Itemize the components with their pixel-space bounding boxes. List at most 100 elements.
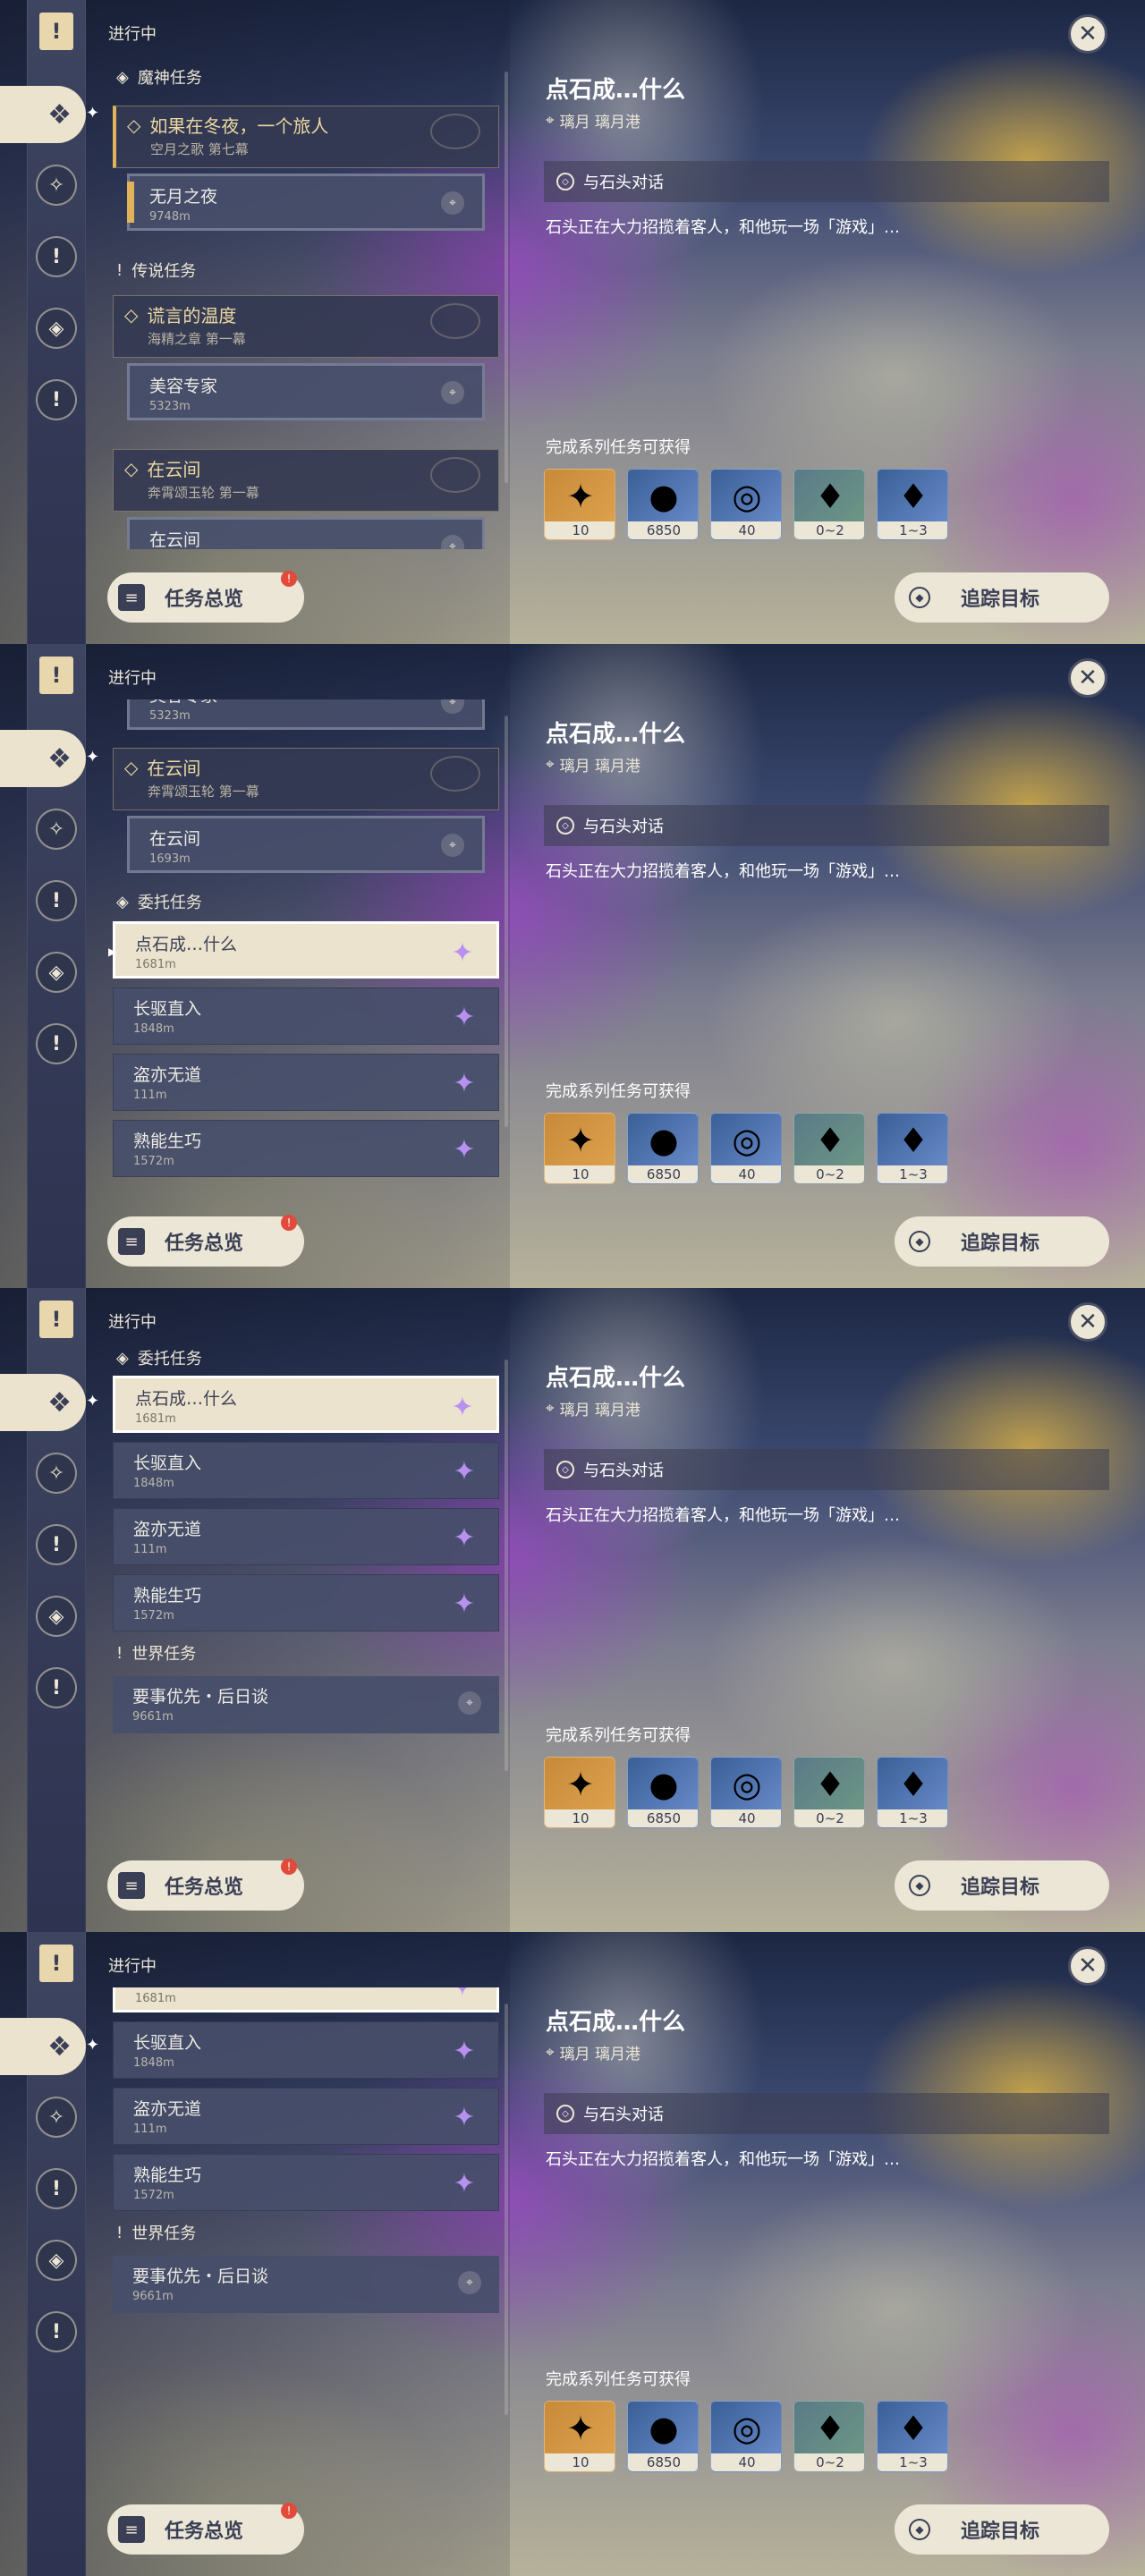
reward-adventure-exp[interactable]: ◎ 40 (710, 2401, 782, 2472)
subquest-legend-1[interactable]: 美容专家 5323m ⌖ (127, 699, 485, 730)
reward-adventure-exp[interactable]: ◎ 40 (710, 1113, 782, 1184)
track-target-button[interactable]: ◆ 追踪目标 (895, 2504, 1109, 2555)
commission-item-selected[interactable]: 点石成…什么 1681m ✦ (113, 1376, 499, 1433)
subquest-archon[interactable]: 无月之夜 9748m ⌖ (127, 174, 485, 231)
commission-item[interactable]: 盗亦无道 111m ✦ (113, 1054, 499, 1111)
track-target-button[interactable]: ◆ 追踪目标 (895, 1860, 1109, 1911)
commission-item[interactable]: 长驱直入 1848m ✦ (113, 1442, 499, 1499)
commission-icon[interactable]: ◈ (36, 1596, 77, 1637)
quest-overview-button[interactable]: ≡ 任务总览! (107, 1859, 304, 1911)
commission-item[interactable]: 盗亦无道 111m ✦ (113, 1508, 499, 1565)
quest-header-legend-2[interactable]: ◇ 在云间 奔霄颂玉轮 第一幕 (113, 748, 499, 810)
reward-crystal[interactable]: ♦ 0~2 (793, 1757, 865, 1828)
commission-item[interactable]: 盗亦无道 111m ✦ (113, 2088, 499, 2145)
quest-diamond-icon: ◇ (127, 114, 141, 136)
quest-header-legend-1[interactable]: ◇ 谎言的温度 海精之章 第一幕 (113, 295, 499, 358)
reward-crystal-cluster[interactable]: ♦ 1~3 (877, 469, 948, 540)
subquest-legend-2[interactable]: 在云间 1693m ⌖ (127, 517, 485, 549)
commission-item[interactable]: 熟能生巧 1572m ✦ (113, 2154, 499, 2211)
bookmark-icon[interactable]: ! (39, 13, 73, 50)
world-quest-item[interactable]: 要事优先・后日谈 9661m ⌖ (113, 1676, 499, 1733)
reward-crystal-cluster[interactable]: ♦ 1~3 (877, 2401, 948, 2472)
track-target-button[interactable]: ◆ 追踪目标 (895, 572, 1109, 623)
commission-icon[interactable]: ◈ (36, 308, 77, 349)
story-quest-icon[interactable]: ✧ (36, 2097, 77, 2138)
reward-crystal[interactable]: ♦ 0~2 (793, 469, 865, 540)
location-pin-icon[interactable]: ⌖ (458, 1691, 481, 1715)
quest-overview-button[interactable]: ≡ 任务总览! (107, 2503, 304, 2555)
list-scrollbar[interactable] (505, 72, 508, 483)
legend-quest-icon[interactable]: ! (36, 236, 77, 277)
reward-mora[interactable]: ● 6850 (627, 469, 699, 540)
commission-item-selected[interactable]: 点石成…什么 1681m ✦ (113, 1987, 499, 2012)
world-quest-icon[interactable]: ! (36, 1023, 77, 1064)
close-button[interactable]: ✕ (1068, 1946, 1107, 1986)
story-quest-icon[interactable]: ✧ (36, 809, 77, 850)
archon-quest-icon[interactable]: ❖ (0, 730, 86, 787)
section-legend: ! 传说任务 (116, 260, 197, 282)
legend-quest-icon[interactable]: ! (36, 1524, 77, 1565)
reward-adventure-exp[interactable]: ◎ 40 (710, 469, 782, 540)
location-pin-icon[interactable]: ⌖ (441, 381, 464, 404)
quest-header-legend-2[interactable]: ◇ 在云间 奔霄颂玉轮 第一幕 (113, 449, 499, 512)
reward-primogem[interactable]: ✦ 10 (544, 469, 615, 540)
quest-location: ⌖ 璃月 璃月港 (546, 2043, 640, 2064)
archon-quest-icon[interactable]: ❖ (0, 2018, 86, 2075)
commission-item[interactable]: 熟能生巧 1572m ✦ (113, 1120, 499, 1177)
commission-item[interactable]: 长驱直入 1848m ✦ (113, 987, 499, 1045)
list-scrollbar[interactable] (505, 716, 508, 1127)
reward-primogem[interactable]: ✦ 10 (544, 1757, 615, 1828)
commission-marker-icon: ✦ (453, 1521, 476, 1554)
bookmark-icon[interactable]: ! (39, 1945, 73, 1982)
quest-list[interactable]: ◈ 魔神任务 ◇ 如果在冬夜，一个旅人 空月之歌 第七幕 无月之夜 9748m ⌖ … (104, 55, 508, 549)
reward-primogem[interactable]: ✦ 10 (544, 1113, 615, 1184)
reward-crystal-cluster[interactable]: ♦ 1~3 (877, 1757, 948, 1828)
legend-quest-icon[interactable]: ! (36, 2168, 77, 2209)
commission-icon[interactable]: ◈ (36, 2240, 77, 2281)
commission-item[interactable]: 熟能生巧 1572m ✦ (113, 1574, 499, 1631)
location-pin-icon[interactable]: ⌖ (458, 2271, 481, 2294)
archon-quest-icon[interactable]: ❖ (0, 1374, 86, 1431)
subquest-legend-2[interactable]: 在云间 1693m ⌖ (127, 816, 485, 873)
list-scrollbar[interactable] (505, 2004, 508, 2415)
subquest-legend-1[interactable]: 美容专家 5323m ⌖ (127, 363, 485, 420)
reward-crystal-cluster[interactable]: ♦ 1~3 (877, 1113, 948, 1184)
list-icon: ≡ (118, 584, 145, 611)
crystal-icon: ♦ (814, 1121, 846, 1160)
reward-crystal[interactable]: ♦ 0~2 (793, 1113, 865, 1184)
bookmark-icon[interactable]: ! (39, 1301, 73, 1338)
archon-quest-icon[interactable]: ❖ (0, 86, 86, 143)
world-quest-item[interactable]: 要事优先・后日谈 9661m ⌖ (113, 2256, 499, 2313)
reward-mora[interactable]: ● 6850 (627, 2401, 699, 2472)
world-quest-icon[interactable]: ! (36, 2311, 77, 2352)
reward-crystal[interactable]: ♦ 0~2 (793, 2401, 865, 2472)
list-scrollbar[interactable] (505, 1360, 508, 1771)
commission-icon[interactable]: ◈ (36, 952, 77, 993)
quest-header-archon[interactable]: ◇ 如果在冬夜，一个旅人 空月之歌 第七幕 (113, 106, 499, 168)
commission-item-selected[interactable]: ▶ 点石成…什么 1681m ✦ (108, 921, 499, 979)
selected-arrow-icon: ▶ (108, 945, 117, 958)
location-pin-icon[interactable]: ⌖ (441, 191, 464, 215)
legend-quest-icon[interactable]: ! (36, 880, 77, 921)
quest-list[interactable]: 美容专家 5323m ⌖ ◇在云间 奔霄颂玉轮 第一幕 在云间 1693m ⌖ … (104, 699, 508, 1193)
world-quest-icon[interactable]: ! (36, 1667, 77, 1708)
quest-list[interactable]: 点石成…什么 1681m ✦ 长驱直入 1848m ✦ 盗亦无道 111m ✦ … (104, 1987, 508, 2481)
story-quest-icon[interactable]: ✧ (36, 1453, 77, 1494)
location-pin-icon[interactable]: ⌖ (441, 834, 464, 857)
quest-overview-button[interactable]: ≡ 任务总览! (107, 571, 304, 623)
reward-adventure-exp[interactable]: ◎ 40 (710, 1757, 782, 1828)
reward-mora[interactable]: ● 6850 (627, 1113, 699, 1184)
quest-overview-button[interactable]: ≡ 任务总览! (107, 1215, 304, 1267)
commission-icon: ◈ (116, 892, 129, 911)
close-button[interactable]: ✕ (1068, 14, 1107, 54)
close-button[interactable]: ✕ (1068, 658, 1107, 698)
reward-mora[interactable]: ● 6850 (627, 1757, 699, 1828)
story-quest-icon[interactable]: ✧ (36, 165, 77, 206)
close-button[interactable]: ✕ (1068, 1302, 1107, 1342)
track-target-button[interactable]: ◆ 追踪目标 (895, 1216, 1109, 1267)
reward-primogem[interactable]: ✦ 10 (544, 2401, 615, 2472)
quest-list[interactable]: ◈ 委托任务 点石成…什么 1681m ✦ 长驱直入 1848m ✦ 盗亦无道 1… (104, 1343, 508, 1837)
world-quest-icon[interactable]: ! (36, 379, 77, 420)
commission-item[interactable]: 长驱直入 1848m ✦ (113, 2021, 499, 2079)
bookmark-icon[interactable]: ! (39, 657, 73, 694)
